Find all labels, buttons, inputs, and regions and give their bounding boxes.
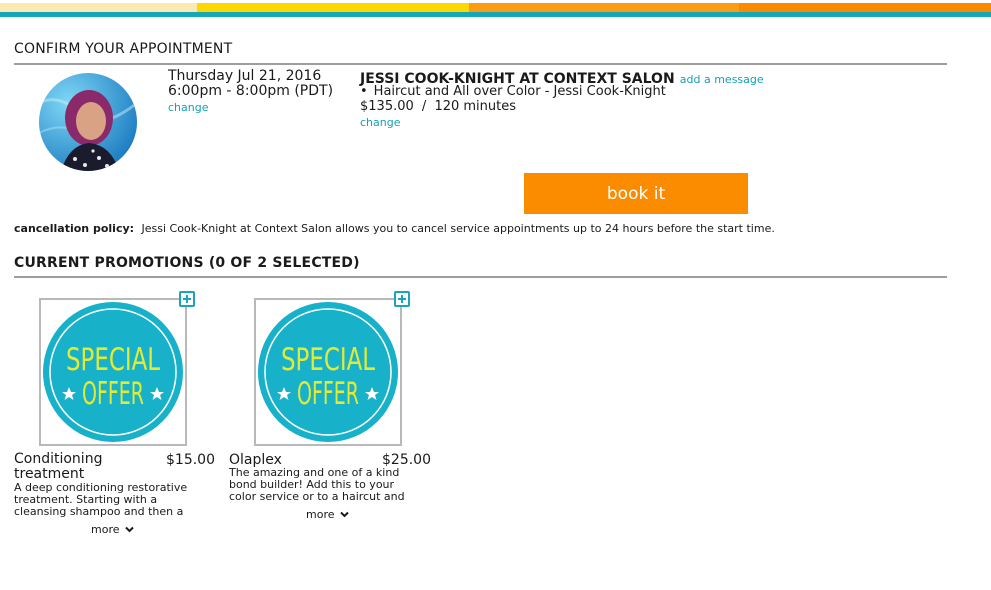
chevron-down-icon xyxy=(125,526,134,533)
badge-line1: SPECIAL xyxy=(66,342,160,378)
add-promo-plus-icon[interactable] xyxy=(179,291,195,307)
badge-line2: OFFER xyxy=(82,376,144,412)
service-price: $135.00 xyxy=(360,99,414,114)
special-offer-badge-icon: SPECIAL OFFER xyxy=(43,302,183,442)
policy-text: Jessi Cook-Knight at Context Salon allow… xyxy=(141,222,775,235)
policy-label: cancellation policy: xyxy=(14,222,135,235)
service-change-link[interactable]: change xyxy=(360,116,400,129)
stripe-yellow xyxy=(197,3,469,12)
bullet-icon: • xyxy=(360,84,368,99)
chevron-down-icon xyxy=(340,511,349,518)
stripe-dark-orange xyxy=(739,3,991,12)
more-label: more xyxy=(306,508,335,521)
badge-line2: OFFER xyxy=(297,376,359,412)
book-it-button[interactable]: book it xyxy=(524,173,748,214)
add-promo-plus-icon[interactable] xyxy=(394,291,410,307)
special-offer-badge-icon: SPECIAL OFFER xyxy=(258,302,398,442)
confirm-divider xyxy=(14,63,947,65)
more-link[interactable]: more xyxy=(91,523,134,536)
promo-desc-line3: cleansing shampoo and then a xyxy=(14,505,184,518)
confirm-heading: CONFIRM YOUR APPOINTMENT xyxy=(14,41,233,57)
badge-line1: SPECIAL xyxy=(281,342,375,378)
more-link[interactable]: more xyxy=(306,508,349,521)
promotions-divider xyxy=(14,276,947,278)
more-label: more xyxy=(91,523,120,536)
appointment-date: Thursday Jul 21, 2016 xyxy=(168,68,322,84)
promo-card-conditioning[interactable]: SPECIAL OFFER xyxy=(39,298,187,446)
header-stripes xyxy=(0,0,991,19)
add-message-link[interactable]: add a message xyxy=(680,73,764,86)
promo-card-olaplex[interactable]: SPECIAL OFFER xyxy=(254,298,402,446)
promotions-heading: CURRENT PROMOTIONS (0 OF 2 SELECTED) xyxy=(14,255,360,271)
date-change-link[interactable]: change xyxy=(168,101,208,114)
stripe-cream xyxy=(0,3,197,12)
promo-name-line1: Conditioning xyxy=(14,451,103,467)
duration-separator: / xyxy=(421,99,427,114)
service-duration: 120 minutes xyxy=(434,99,517,114)
service-name: Haircut and All over Color - Jessi Cook-… xyxy=(373,84,666,99)
avatar xyxy=(39,73,137,171)
promo-name-line2: treatment xyxy=(14,466,85,482)
promo-price: $15.00 xyxy=(166,452,215,468)
promo-desc-line3: color service or to a haircut and xyxy=(229,490,405,503)
appointment-time: 6:00pm - 8:00pm (PDT) xyxy=(168,83,334,99)
stripe-teal xyxy=(0,12,991,17)
stripe-orange xyxy=(469,3,739,12)
